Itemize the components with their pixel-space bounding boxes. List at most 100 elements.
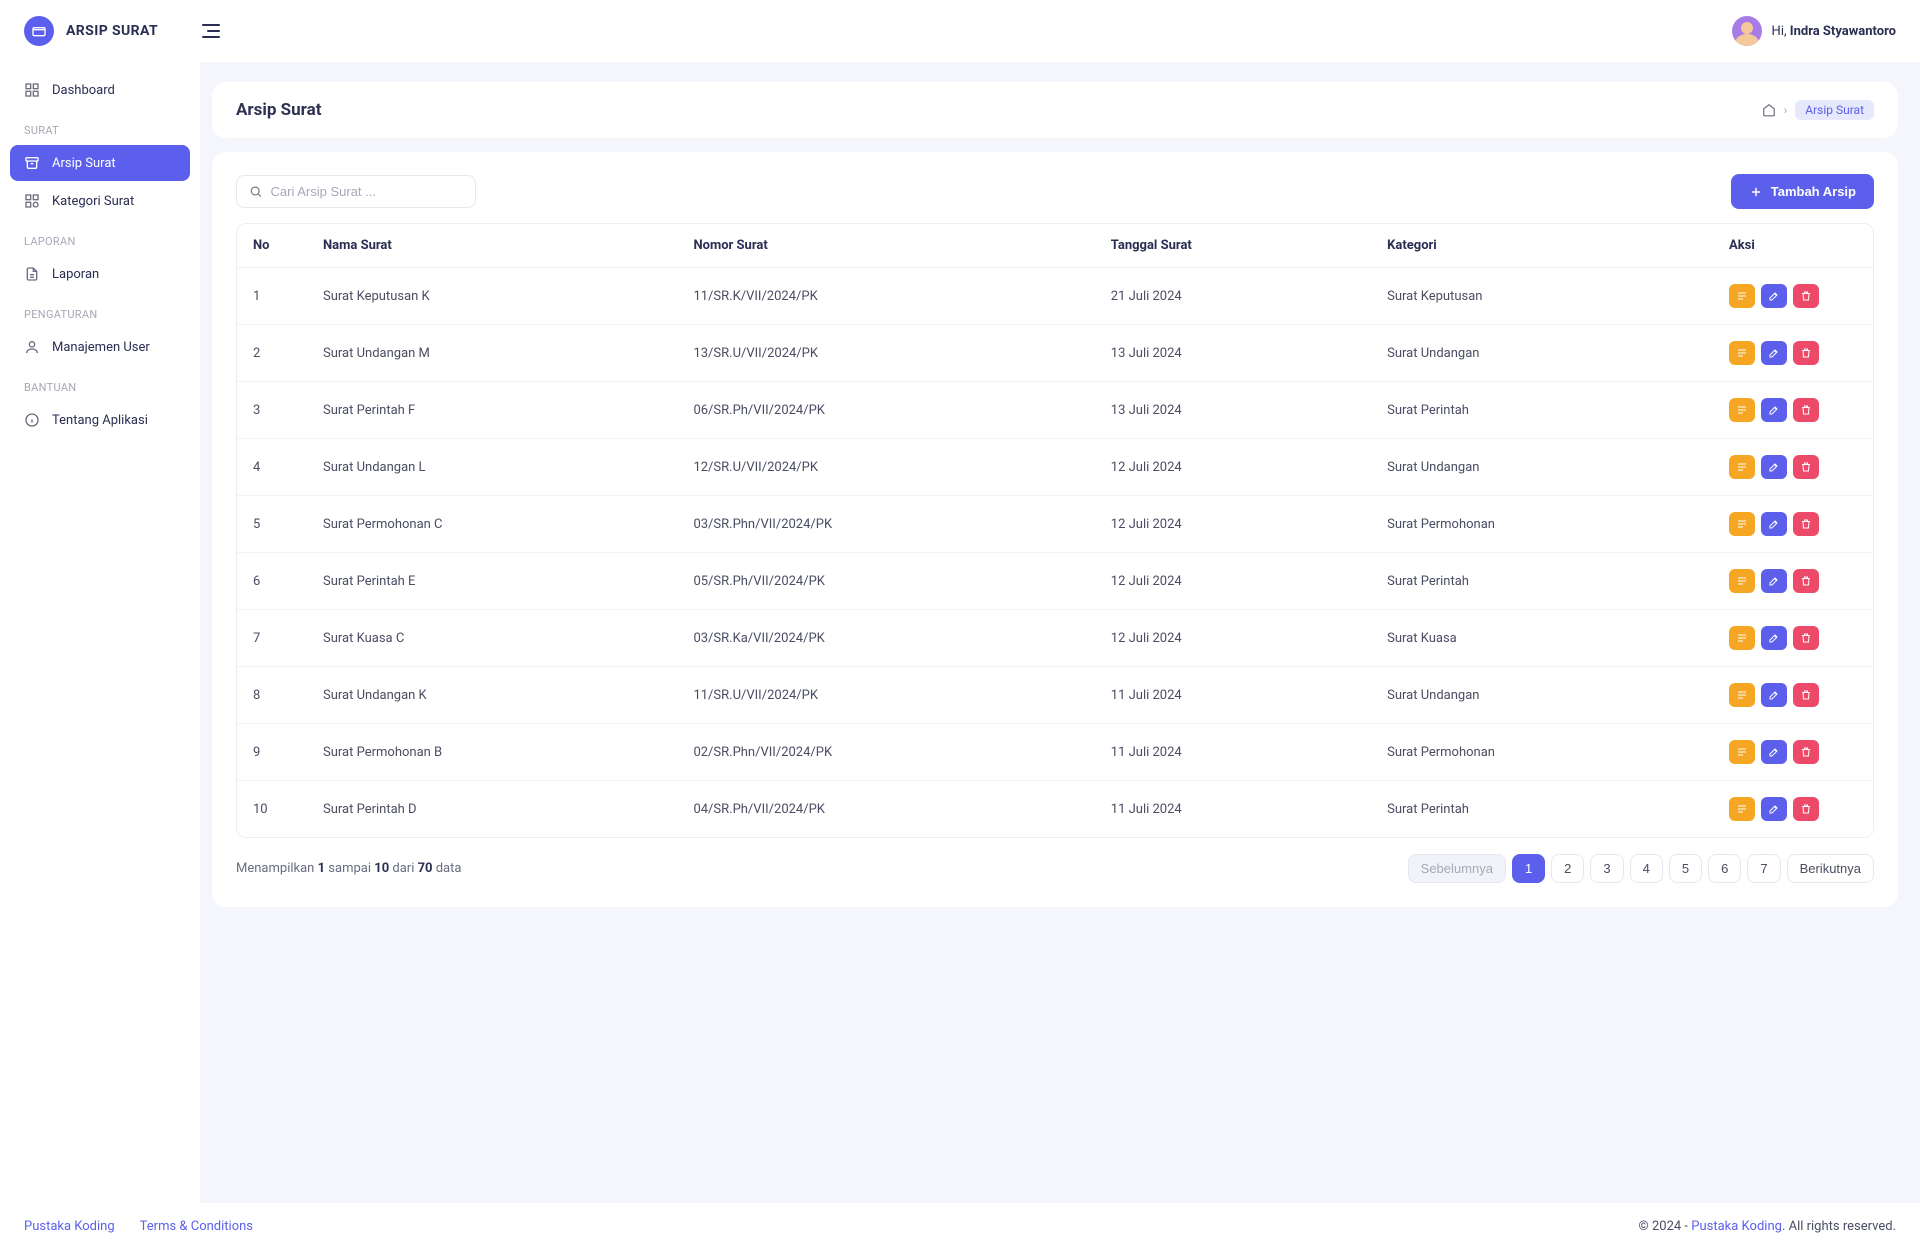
trash-icon [1800, 575, 1812, 587]
list-icon [1736, 404, 1748, 416]
page-number-button[interactable]: 6 [1708, 854, 1741, 883]
page-number-button[interactable]: 3 [1590, 854, 1623, 883]
cell-tanggal: 11 Juli 2024 [1095, 724, 1371, 781]
add-arsip-button[interactable]: Tambah Arsip [1731, 174, 1874, 209]
cell-tanggal: 12 Juli 2024 [1095, 439, 1371, 496]
list-icon [1736, 461, 1748, 473]
app-logo-icon [24, 16, 54, 46]
view-button[interactable] [1729, 740, 1755, 764]
sidebar-item-tentang-aplikasi[interactable]: Tentang Aplikasi [10, 402, 190, 438]
delete-button[interactable] [1793, 398, 1819, 422]
user-greeting: Hi, Indra Styawantoro [1772, 24, 1896, 39]
view-button[interactable] [1729, 797, 1755, 821]
topbar: ARSIP SURAT Hi, Indra Styawantoro [0, 0, 1920, 62]
delete-button[interactable] [1793, 569, 1819, 593]
content-card: Tambah Arsip No Nama Surat Nomor Surat T… [212, 152, 1898, 907]
sidebar-item-label: Tentang Aplikasi [52, 413, 148, 428]
view-button[interactable] [1729, 398, 1755, 422]
page-number-button[interactable]: 7 [1747, 854, 1780, 883]
view-button[interactable] [1729, 626, 1755, 650]
footer-copy-link[interactable]: Pustaka Koding [1691, 1219, 1782, 1234]
edit-button[interactable] [1761, 512, 1787, 536]
footer-copyright: © 2024 - Pustaka Koding. All rights rese… [1639, 1219, 1896, 1234]
delete-button[interactable] [1793, 740, 1819, 764]
delete-button[interactable] [1793, 284, 1819, 308]
page-title: Arsip Surat [236, 100, 321, 120]
cell-no: 6 [237, 553, 307, 610]
view-button[interactable] [1729, 341, 1755, 365]
sidebar: Dashboard SURAT Arsip Surat Kategori Sur… [0, 62, 200, 1203]
edit-button[interactable] [1761, 569, 1787, 593]
archive-icon [24, 155, 40, 171]
cell-no: 4 [237, 439, 307, 496]
cell-nomor: 06/SR.Ph/VII/2024/PK [677, 382, 1094, 439]
edit-icon [1768, 689, 1780, 701]
add-arsip-label: Tambah Arsip [1771, 184, 1856, 199]
edit-button[interactable] [1761, 740, 1787, 764]
sidebar-item-kategori-surat[interactable]: Kategori Surat [10, 183, 190, 219]
sidebar-item-manajemen-user[interactable]: Manajemen User [10, 329, 190, 365]
cell-aksi [1713, 667, 1873, 724]
sidebar-item-label: Laporan [52, 267, 99, 282]
cell-nomor: 11/SR.K/VII/2024/PK [677, 268, 1094, 325]
search-box[interactable] [236, 175, 476, 208]
edit-icon [1768, 803, 1780, 815]
cell-kategori: Surat Perintah [1371, 553, 1713, 610]
view-button[interactable] [1729, 284, 1755, 308]
delete-button[interactable] [1793, 683, 1819, 707]
view-button[interactable] [1729, 683, 1755, 707]
trash-icon [1800, 632, 1812, 644]
sidebar-item-label: Arsip Surat [52, 156, 116, 171]
cell-tanggal: 12 Juli 2024 [1095, 610, 1371, 667]
edit-button[interactable] [1761, 398, 1787, 422]
delete-button[interactable] [1793, 455, 1819, 479]
page-number-button[interactable]: 2 [1551, 854, 1584, 883]
sidebar-item-laporan[interactable]: Laporan [10, 256, 190, 292]
cell-aksi [1713, 268, 1873, 325]
sidebar-item-dashboard[interactable]: Dashboard [10, 72, 190, 108]
edit-button[interactable] [1761, 797, 1787, 821]
cell-nomor: 04/SR.Ph/VII/2024/PK [677, 781, 1094, 838]
menu-toggle-icon[interactable] [202, 24, 220, 38]
edit-button[interactable] [1761, 341, 1787, 365]
search-input[interactable] [271, 184, 464, 199]
category-icon [24, 193, 40, 209]
plus-icon [1749, 185, 1763, 199]
edit-button[interactable] [1761, 284, 1787, 308]
cell-no: 9 [237, 724, 307, 781]
info-icon [24, 412, 40, 428]
page-number-button[interactable]: 5 [1669, 854, 1702, 883]
edit-icon [1768, 632, 1780, 644]
edit-button[interactable] [1761, 626, 1787, 650]
home-icon[interactable] [1762, 103, 1776, 117]
footer-link-terms[interactable]: Terms & Conditions [140, 1219, 253, 1234]
page-prev-button[interactable]: Sebelumnya [1408, 854, 1506, 883]
page-number-button[interactable]: 4 [1630, 854, 1663, 883]
cell-nama: Surat Permohonan C [307, 496, 677, 553]
table-row: 5 Surat Permohonan C 03/SR.Phn/VII/2024/… [237, 496, 1873, 553]
pagination-summary: Menampilkan 1 sampai 10 dari 70 data [236, 861, 461, 876]
view-button[interactable] [1729, 512, 1755, 536]
delete-button[interactable] [1793, 797, 1819, 821]
sidebar-item-arsip-surat[interactable]: Arsip Surat [10, 145, 190, 181]
footer-link-pustaka[interactable]: Pustaka Koding [24, 1219, 115, 1234]
cell-nama: Surat Perintah F [307, 382, 677, 439]
delete-button[interactable] [1793, 626, 1819, 650]
view-button[interactable] [1729, 569, 1755, 593]
list-icon [1736, 689, 1748, 701]
delete-button[interactable] [1793, 341, 1819, 365]
main: Arsip Surat › Arsip Surat [200, 62, 1920, 1203]
user-menu[interactable]: Hi, Indra Styawantoro [1732, 16, 1896, 46]
edit-button[interactable] [1761, 683, 1787, 707]
list-icon [1736, 803, 1748, 815]
cell-tanggal: 21 Juli 2024 [1095, 268, 1371, 325]
cell-no: 1 [237, 268, 307, 325]
cell-nomor: 03/SR.Phn/VII/2024/PK [677, 496, 1094, 553]
page-next-button[interactable]: Berikutnya [1787, 854, 1874, 883]
delete-button[interactable] [1793, 512, 1819, 536]
edit-icon [1768, 290, 1780, 302]
page-number-button[interactable]: 1 [1512, 854, 1545, 883]
cell-tanggal: 13 Juli 2024 [1095, 382, 1371, 439]
edit-button[interactable] [1761, 455, 1787, 479]
view-button[interactable] [1729, 455, 1755, 479]
